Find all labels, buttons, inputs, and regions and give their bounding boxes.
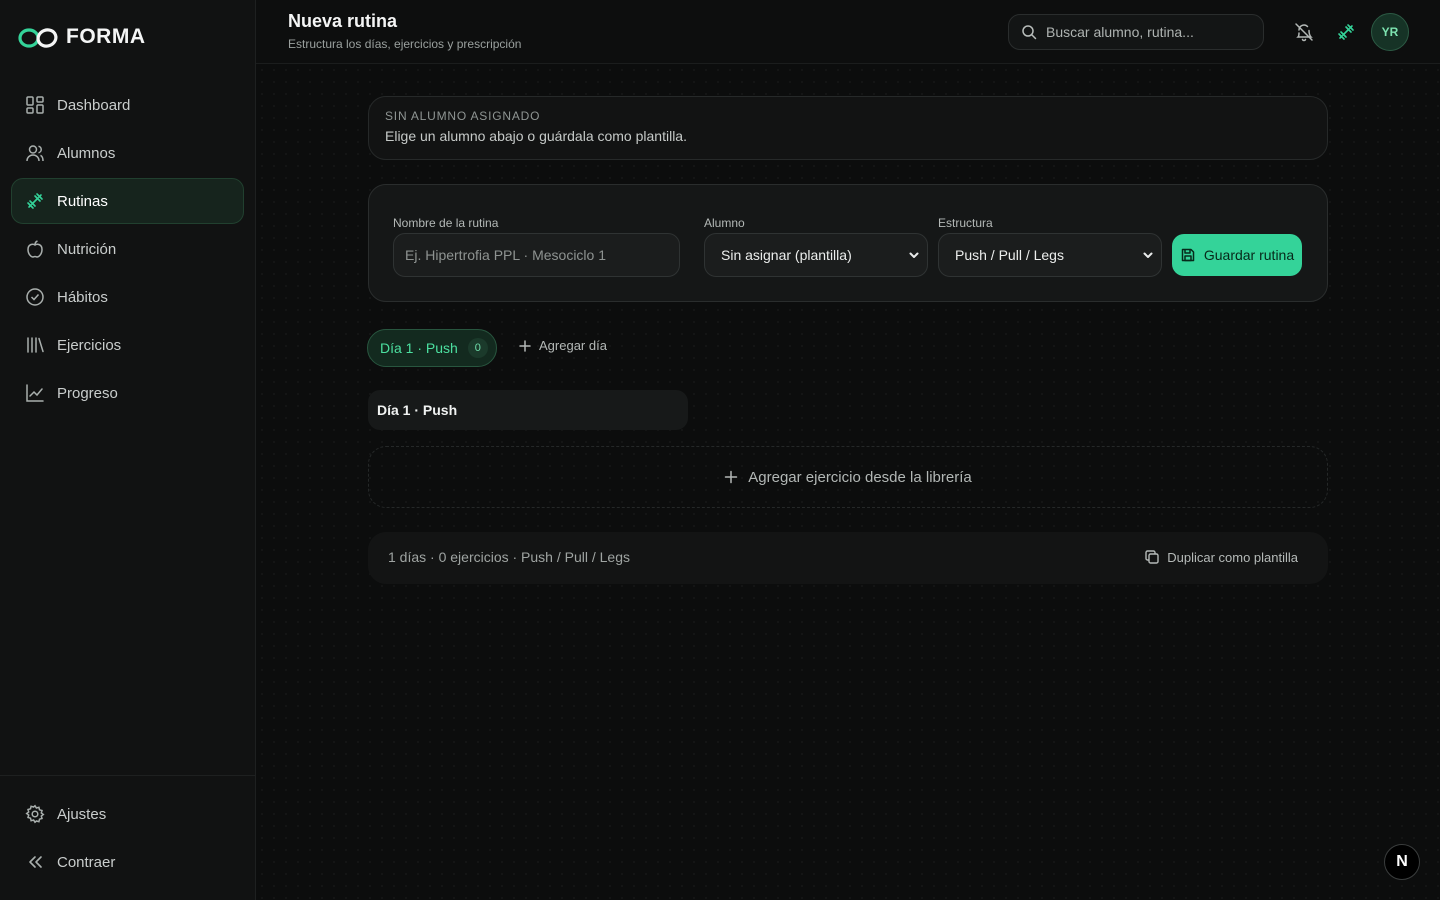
notice-title: SIN ALUMNO ASIGNADO: [385, 109, 541, 123]
day-exercise-count-badge: 0: [467, 338, 488, 358]
routine-name-field[interactable]: [393, 233, 680, 277]
sidebar-item-habitos[interactable]: Hábitos: [11, 274, 244, 320]
search-input[interactable]: [1046, 24, 1246, 40]
student-select-value: Sin asignar (plantilla): [721, 247, 852, 263]
no-student-notice: SIN ALUMNO ASIGNADO Elige un alumno abaj…: [368, 96, 1328, 160]
logo[interactable]: FORMA: [18, 24, 146, 50]
add-day-label: Agregar día: [539, 338, 607, 353]
gear-icon: [25, 804, 45, 824]
sidebar-item-nutricion[interactable]: Nutrición: [11, 226, 244, 272]
routine-name-label: Nombre de la rutina: [393, 216, 499, 230]
check-circle-icon: [26, 288, 44, 306]
duplicate-template-label: Duplicar como plantilla: [1167, 549, 1298, 565]
chart-icon: [26, 384, 44, 402]
notice-text: Elige un alumno abajo o guárdala como pl…: [385, 128, 687, 144]
sidebar-item-label: Hábitos: [57, 288, 108, 306]
sidebar-item-label: Ejercicios: [57, 336, 122, 354]
dev-tools-badge[interactable]: N: [1384, 844, 1420, 880]
add-exercise-button[interactable]: Agregar ejercicio desde la librería: [368, 446, 1328, 508]
search-box[interactable]: [1008, 14, 1264, 50]
sidebar-item-label: Nutrición: [57, 240, 117, 258]
sidebar-item-ajustes[interactable]: Ajustes: [11, 791, 244, 837]
day-tab-label: Día 1 · Push: [380, 340, 458, 356]
add-exercise-label: Agregar ejercicio desde la librería: [748, 468, 972, 486]
chevron-down-icon: [1143, 252, 1153, 258]
student-label: Alumno: [704, 216, 745, 230]
sidebar-nav: Dashboard Alumnos Rutinas Nutrición Hábi…: [11, 82, 244, 418]
forma-logo-icon: [18, 28, 58, 48]
search-icon: [1022, 25, 1037, 40]
sidebar-bottom: Ajustes Contraer: [0, 775, 255, 887]
routine-form-card: Nombre de la rutina Alumno Sin asignar (…: [368, 184, 1328, 302]
save-icon: [1181, 248, 1195, 262]
routine-summary-text: 1 días · 0 ejercicios · Push / Pull / Le…: [388, 549, 630, 565]
page-subtitle: Estructura los días, ejercicios y prescr…: [288, 37, 522, 51]
routine-summary-bar: 1 días · 0 ejercicios · Push / Pull / Le…: [368, 532, 1328, 584]
bell-off-icon[interactable]: [1294, 22, 1314, 42]
sidebar-item-label: Contraer: [57, 853, 116, 871]
users-icon: [26, 145, 44, 162]
sidebar-item-label: Rutinas: [57, 192, 108, 210]
apple-icon: [27, 240, 43, 258]
chevrons-left-icon: [29, 856, 42, 868]
chevron-down-icon: [909, 252, 919, 258]
avatar[interactable]: YR: [1371, 13, 1409, 51]
sidebar-item-label: Dashboard: [57, 96, 131, 114]
sidebar-item-label: Ajustes: [57, 805, 107, 823]
sidebar-item-ejercicios[interactable]: Ejercicios: [11, 322, 244, 368]
grid-icon: [26, 96, 44, 114]
routine-name-input[interactable]: [394, 247, 679, 263]
dumbbell-icon[interactable]: [1336, 22, 1356, 42]
copy-icon: [1145, 550, 1159, 564]
structure-label: Estructura: [938, 216, 993, 230]
day-name-field[interactable]: Día 1 · Push: [368, 390, 688, 430]
add-day-button[interactable]: Agregar día: [518, 338, 607, 353]
save-routine-button[interactable]: Guardar rutina: [1172, 234, 1302, 276]
page-title: Nueva rutina: [288, 11, 398, 31]
plus-icon: [519, 339, 531, 352]
duplicate-template-button[interactable]: Duplicar como plantilla: [1144, 549, 1298, 565]
app-name: FORMA: [66, 25, 146, 48]
structure-select-value: Push / Pull / Legs: [955, 247, 1064, 263]
top-header: Nueva rutina Estructura los días, ejerci…: [256, 0, 1440, 64]
main-content: SIN ALUMNO ASIGNADO Elige un alumno abaj…: [256, 64, 1440, 900]
student-select[interactable]: Sin asignar (plantilla): [704, 233, 928, 277]
sidebar-item-progreso[interactable]: Progreso: [11, 370, 244, 416]
plus-icon: [725, 470, 738, 484]
sidebar: FORMA Dashboard Alumnos Rutinas Nutrició…: [0, 0, 256, 900]
library-icon: [27, 337, 44, 353]
tab-day-1[interactable]: Día 1 · Push 0: [367, 329, 497, 367]
sidebar-item-alumnos[interactable]: Alumnos: [11, 130, 244, 176]
save-routine-label: Guardar rutina: [1203, 247, 1295, 263]
sidebar-item-contraer[interactable]: Contraer: [11, 839, 244, 885]
structure-select[interactable]: Push / Pull / Legs: [938, 233, 1162, 277]
sidebar-item-rutinas[interactable]: Rutinas: [11, 178, 244, 224]
dumbbell-icon: [27, 193, 43, 209]
sidebar-item-label: Alumnos: [57, 144, 116, 162]
sidebar-item-label: Progreso: [57, 384, 118, 402]
sidebar-item-dashboard[interactable]: Dashboard: [11, 82, 244, 128]
